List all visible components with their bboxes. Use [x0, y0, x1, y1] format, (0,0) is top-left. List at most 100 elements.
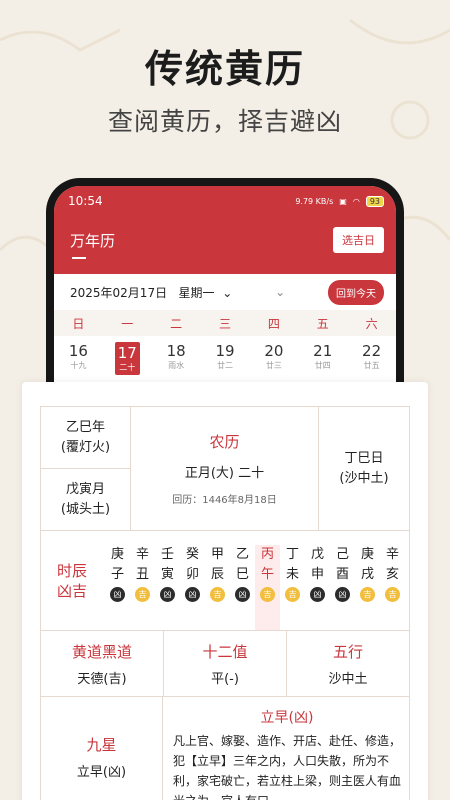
hour-column: 辛丑吉 [130, 545, 155, 630]
hour-branch: 辰 [210, 567, 224, 582]
auspicious-badge: 吉 [285, 587, 300, 602]
hour-stem: 庚 [110, 547, 124, 562]
day-lunar: 廿三 [265, 361, 282, 370]
hour-stem: 丁 [285, 547, 299, 562]
day-cell[interactable]: 18 雨水 [152, 342, 201, 375]
auspicious-badge: 吉 [360, 587, 375, 602]
hours-label-2: 凶吉 [56, 581, 87, 600]
twelve-value-cell: 十二值 平(-) [164, 631, 287, 696]
promo-subline: 查阅黄历，择吉避凶 [107, 107, 342, 136]
auspicious-badge: 吉 [210, 587, 225, 602]
auspicious-badge: 吉 [135, 587, 150, 602]
hour-column-current: 丙午吉 [255, 545, 280, 630]
lunar-date-cell: 农历 正月(大) 二十 回历：1446年8月18日 [131, 407, 319, 530]
hour-branch: 卯 [185, 567, 199, 582]
wifi-icon: ◠ [352, 196, 360, 206]
current-weekday: 星期一 [178, 285, 215, 300]
app-header: 10:54 9.79 KB/s ▣ ◠ 93 万年历 选吉日 [54, 186, 396, 274]
nine-star-label: 九星 [86, 736, 117, 754]
huangdao-value: 天德(吉) [77, 671, 127, 687]
day-number: 18 [166, 342, 186, 360]
hour-column: 乙巳凶 [230, 545, 255, 630]
inauspicious-badge: 凶 [160, 587, 175, 602]
inauspicious-badge: 凶 [235, 587, 250, 602]
inauspicious-badge: 凶 [110, 587, 125, 602]
hour-column: 己酉凶 [330, 545, 355, 630]
month-ganzhi: 戊寅月 [65, 481, 105, 497]
hour-stem: 丙 [260, 547, 274, 562]
nine-star-cell: 九星 立早(凶) [41, 697, 163, 800]
almanac-card: 乙巳年 (覆灯火) 戊寅月 (城头土) 农历 正月(大) 二十 回历：1446年… [22, 382, 428, 800]
hour-branch: 申 [310, 567, 324, 582]
day-cell[interactable]: 20 廿三 [249, 342, 298, 375]
twelve-value-label: 十二值 [202, 642, 248, 661]
hour-branch: 寅 [160, 567, 174, 582]
auspicious-badge: 吉 [385, 587, 400, 602]
hours-label: 时辰 凶吉 [41, 531, 103, 630]
year-cell: 乙巳年 (覆灯火) [41, 407, 130, 469]
hour-branch: 酉 [335, 567, 349, 582]
day-number: 17 [117, 344, 137, 362]
day-ganzhi: 丁巳日 [344, 450, 384, 466]
huangdao-label: 黄道黑道 [71, 642, 132, 661]
nine-star-detail-title: 立早(凶) [260, 710, 314, 726]
sim-icon: ▣ [339, 196, 347, 206]
month-cell: 戊寅月 (城头土) [41, 469, 130, 530]
select-auspicious-day-button[interactable]: 选吉日 [333, 227, 384, 253]
hour-column: 庚戌吉 [355, 545, 380, 630]
hour-stem: 辛 [385, 547, 399, 562]
day-lunar: 雨水 [168, 361, 185, 370]
chevron-down-icon: ⌄ [222, 285, 233, 300]
year-ganzhi: 乙巳年 [65, 419, 105, 435]
date-selector[interactable]: 2025年02月17日 星期一 ⌄ [70, 284, 232, 301]
inauspicious-badge: 凶 [310, 587, 325, 602]
hour-column: 戊申凶 [305, 545, 330, 630]
current-date: 2025年02月17日 [70, 285, 168, 300]
app-title: 万年历 [70, 231, 116, 259]
hour-column: 壬寅凶 [155, 545, 180, 630]
huangdao-cell: 黄道黑道 天德(吉) [41, 631, 164, 696]
day-lunar: 廿五 [363, 361, 380, 370]
hour-branch: 丑 [135, 567, 149, 582]
day-number: 16 [68, 342, 88, 360]
hour-column: 辛亥吉 [380, 545, 405, 630]
hour-column: 甲辰吉 [205, 545, 230, 630]
day-number: 20 [264, 342, 284, 360]
hours-row: 时辰 凶吉 庚子凶辛丑吉壬寅凶癸卯凶甲辰吉乙巳凶丙午吉丁未吉戊申凶己酉凶庚戌吉辛… [41, 531, 409, 631]
hour-column: 丁未吉 [280, 545, 305, 630]
status-bar: 10:54 9.79 KB/s ▣ ◠ 93 [54, 186, 396, 216]
chevron-down-icon[interactable]: ⌄ [275, 285, 285, 299]
hour-stem: 乙 [235, 547, 249, 562]
day-cell[interactable]: 21 廿四 [298, 342, 347, 375]
weekday-label: 四 [267, 316, 280, 331]
week-header: 日 一 二 三 四 五 六 [54, 310, 396, 336]
battery-icon: 93 [365, 195, 384, 207]
day-cell-selected[interactable]: 17 二十 [103, 342, 152, 375]
hour-stem: 辛 [135, 547, 149, 562]
status-icons: 9.79 KB/s ▣ ◠ 93 [295, 195, 384, 207]
hour-branch: 未 [285, 567, 299, 582]
lunar-date: 正月(大) 二十 [184, 466, 265, 481]
weekday-label: 五 [316, 316, 329, 331]
day-lunar: 廿二 [217, 361, 233, 370]
week-days: 16 十九 17 二十 18 雨水 19 廿二 20 廿三 21 廿四 22 廿五 [54, 336, 396, 375]
day-cell[interactable]: 22 廿五 [347, 342, 396, 375]
net-speed: 9.79 KB/s [295, 196, 334, 206]
weekday-label: 二 [170, 316, 183, 331]
almanac-grid: 乙巳年 (覆灯火) 戊寅月 (城头土) 农历 正月(大) 二十 回历：1446年… [40, 406, 410, 800]
year-element: (覆灯火) [60, 439, 111, 455]
nine-star-detail-text: 凡上官、嫁娶、造作、开店、赴任、修造，犯【立早】三年之内，人口失散，所为不利，家… [173, 734, 402, 800]
weekday-label: 一 [121, 316, 134, 331]
hour-stem: 癸 [185, 547, 199, 562]
hours-list: 庚子凶辛丑吉壬寅凶癸卯凶甲辰吉乙巳凶丙午吉丁未吉戊申凶己酉凶庚戌吉辛亥吉 [103, 531, 409, 630]
day-lunar: 二十 [119, 363, 136, 372]
day-cell[interactable]: 19 廿二 [201, 342, 250, 375]
back-to-today-button[interactable]: 回到今天 [327, 279, 384, 305]
almanac-top-row: 乙巳年 (覆灯火) 戊寅月 (城头土) 农历 正月(大) 二十 回历：1446年… [41, 407, 409, 531]
hour-branch: 午 [260, 567, 274, 582]
hour-branch: 戌 [360, 567, 374, 582]
hui-calendar-date: 回历：1446年8月18日 [172, 495, 277, 506]
title-row: 万年历 选吉日 [54, 216, 396, 264]
day-cell[interactable]: 16 十九 [54, 342, 103, 375]
nine-star-value: 立早(凶) [76, 765, 127, 780]
